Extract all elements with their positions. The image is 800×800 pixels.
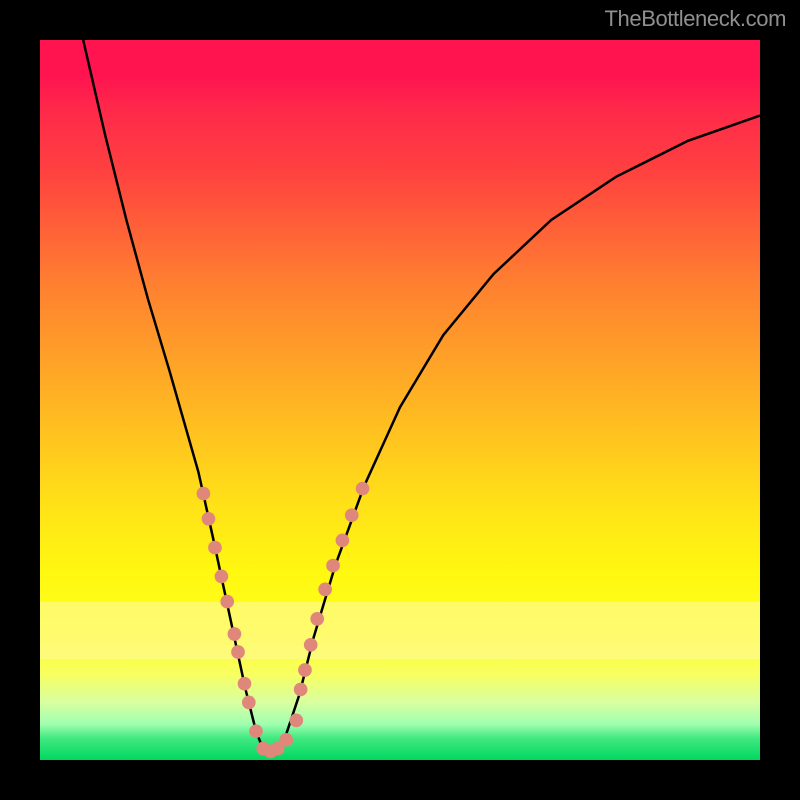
data-marker <box>242 696 256 710</box>
data-marker <box>356 482 370 496</box>
data-marker <box>208 541 222 555</box>
data-marker <box>220 595 234 609</box>
curve-svg <box>40 40 760 760</box>
data-marker <box>294 683 308 697</box>
bottleneck-curve <box>83 40 760 753</box>
data-marker <box>298 663 312 677</box>
data-marker <box>345 508 359 522</box>
data-marker <box>249 724 263 738</box>
data-marker <box>228 627 242 641</box>
data-marker <box>238 677 252 691</box>
data-marker <box>231 645 245 659</box>
marker-layer <box>197 482 370 758</box>
data-marker <box>215 570 229 584</box>
data-marker <box>326 559 340 573</box>
data-marker <box>197 487 211 501</box>
chart-stage: TheBottleneck.com <box>0 0 800 800</box>
data-marker <box>310 612 324 626</box>
plot-area <box>40 40 760 760</box>
data-marker <box>304 638 318 652</box>
data-marker <box>318 583 332 597</box>
data-marker <box>336 534 350 548</box>
data-marker <box>279 733 293 747</box>
data-marker <box>289 714 303 728</box>
data-marker <box>202 512 216 526</box>
watermark-text: TheBottleneck.com <box>604 6 786 32</box>
